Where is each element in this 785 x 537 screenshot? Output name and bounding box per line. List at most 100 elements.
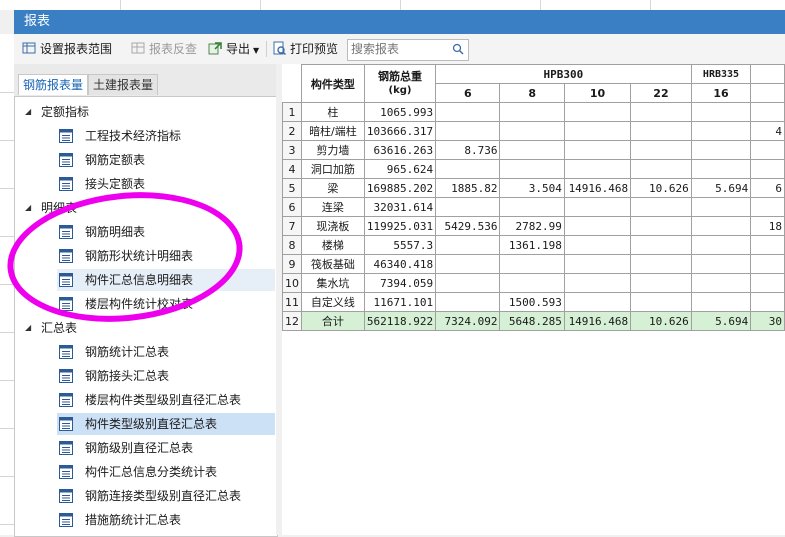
tree-item[interactable]: 措施筋统计汇总表 bbox=[57, 509, 275, 531]
cell-value[interactable]: 10.626 bbox=[630, 311, 692, 331]
table-row[interactable]: 3 剪力墙 63616.263 8.736 bbox=[282, 140, 785, 160]
cell-value[interactable] bbox=[499, 273, 565, 293]
cell-value[interactable] bbox=[499, 254, 565, 274]
cell-value[interactable] bbox=[563, 102, 632, 122]
cell-value[interactable]: 2782.99 bbox=[499, 216, 565, 236]
cell-value[interactable] bbox=[563, 197, 632, 217]
cell-value[interactable] bbox=[563, 254, 632, 274]
table-row[interactable]: 11 自定义线 11671.101 1500.593 bbox=[282, 292, 785, 312]
cell-value[interactable] bbox=[690, 273, 752, 293]
tree-group[interactable]: ◢ 明细表 bbox=[25, 197, 265, 219]
cell-type[interactable]: 洞口加筋 bbox=[301, 159, 365, 179]
cell-value[interactable] bbox=[563, 121, 632, 141]
cell-value[interactable]: 1500.593 bbox=[499, 292, 565, 312]
cell-value[interactable] bbox=[563, 292, 632, 312]
set-report-range-button[interactable]: 设置报表范围 bbox=[22, 40, 112, 58]
table-row[interactable]: 10 集水坑 7394.059 bbox=[282, 273, 785, 293]
tree-item[interactable]: 接头定额表 bbox=[57, 173, 275, 195]
cell-value[interactable] bbox=[750, 140, 785, 160]
cell-total[interactable]: 562118.922 bbox=[363, 311, 437, 331]
cell-value[interactable]: 6 bbox=[750, 178, 785, 198]
cell-total[interactable]: 7394.059 bbox=[363, 273, 437, 293]
cell-total[interactable]: 119925.031 bbox=[363, 216, 437, 236]
table-row[interactable]: 5 梁 169885.202 1885.82 3.504 14916.468 10.626 5… bbox=[282, 178, 785, 198]
table-row[interactable]: 1 柱 1065.993 bbox=[282, 102, 785, 122]
cell-value[interactable]: 14916.468 bbox=[563, 311, 632, 331]
cell-total[interactable]: 1065.993 bbox=[363, 102, 437, 122]
cell-total[interactable]: 103666.317 bbox=[363, 121, 437, 141]
cell-value[interactable]: 5.694 bbox=[690, 178, 752, 198]
cell-value[interactable] bbox=[499, 140, 565, 160]
tree-item[interactable]: 构件汇总信息分类统计表 bbox=[57, 461, 275, 483]
tree-item[interactable]: 构件类型级别直径汇总表 bbox=[57, 413, 275, 435]
tab-rebar-report[interactable]: 钢筋报表量 bbox=[18, 74, 89, 95]
report-search-box[interactable] bbox=[347, 39, 469, 61]
cell-value[interactable] bbox=[435, 102, 501, 122]
cell-value[interactable]: 14916.468 bbox=[563, 178, 632, 198]
cell-type[interactable]: 柱 bbox=[301, 102, 365, 122]
cell-value[interactable] bbox=[750, 273, 785, 293]
tree-item[interactable]: 楼层构件统计校对表 bbox=[57, 293, 275, 315]
cell-value[interactable]: 30 bbox=[750, 311, 785, 331]
cell-value[interactable] bbox=[499, 197, 565, 217]
cell-total[interactable]: 169885.202 bbox=[363, 178, 437, 198]
cell-value[interactable] bbox=[435, 159, 501, 179]
cell-value[interactable] bbox=[435, 121, 501, 141]
cell-total[interactable]: 32031.614 bbox=[363, 197, 437, 217]
tree-item[interactable]: 工程技术经济指标 bbox=[57, 125, 275, 147]
cell-value[interactable] bbox=[499, 121, 565, 141]
tree-item[interactable]: 钢筋统计汇总表 bbox=[57, 341, 275, 363]
cell-value[interactable] bbox=[750, 254, 785, 274]
collapse-arrow-icon[interactable]: ◢ bbox=[25, 317, 35, 339]
cell-value[interactable] bbox=[435, 273, 501, 293]
table-row[interactable]: 4 洞口加筋 965.624 bbox=[282, 159, 785, 179]
cell-value[interactable] bbox=[750, 102, 785, 122]
table-row[interactable]: 2 暗柱/端柱 103666.317 4 bbox=[282, 121, 785, 141]
cell-value[interactable]: 10.626 bbox=[630, 178, 692, 198]
print-preview-button[interactable]: 打印预览 bbox=[272, 40, 338, 58]
cell-total[interactable]: 46340.418 bbox=[363, 254, 437, 274]
cell-type[interactable]: 暗柱/端柱 bbox=[301, 121, 365, 141]
export-dropdown-button[interactable]: 导出 ▼ bbox=[208, 40, 259, 58]
cell-value[interactable] bbox=[630, 254, 692, 274]
cell-value[interactable]: 1885.82 bbox=[435, 178, 501, 198]
table-row[interactable]: 7 现浇板 119925.031 5429.536 2782.99 18 bbox=[282, 216, 785, 236]
cell-value[interactable] bbox=[563, 159, 632, 179]
cell-total[interactable]: 11671.101 bbox=[363, 292, 437, 312]
cell-type[interactable]: 集水坑 bbox=[301, 273, 365, 293]
cell-value[interactable] bbox=[630, 159, 692, 179]
cell-value[interactable] bbox=[435, 235, 501, 255]
cell-value[interactable] bbox=[750, 197, 785, 217]
cell-value[interactable]: 4 bbox=[750, 121, 785, 141]
cell-value[interactable]: 1361.198 bbox=[499, 235, 565, 255]
cell-value[interactable] bbox=[750, 159, 785, 179]
cell-value[interactable] bbox=[690, 102, 752, 122]
cell-value[interactable] bbox=[630, 140, 692, 160]
cell-value[interactable] bbox=[750, 292, 785, 312]
tree-item[interactable]: 钢筋级别直径汇总表 bbox=[57, 437, 275, 459]
tree-group[interactable]: ◢ 定额指标 bbox=[25, 101, 265, 123]
cell-value[interactable] bbox=[690, 159, 752, 179]
cell-type[interactable]: 梁 bbox=[301, 178, 365, 198]
table-row[interactable]: 9 筏板基础 46340.418 bbox=[282, 254, 785, 274]
table-row[interactable]: 12 合计 562118.922 7324.092 5648.285 14916.468 1… bbox=[282, 311, 785, 331]
cell-value[interactable] bbox=[690, 121, 752, 141]
cell-value[interactable]: 5648.285 bbox=[499, 311, 565, 331]
cell-value[interactable] bbox=[435, 254, 501, 274]
cell-type[interactable]: 自定义线 bbox=[301, 292, 365, 312]
collapse-arrow-icon[interactable]: ◢ bbox=[25, 197, 35, 219]
cell-value[interactable] bbox=[630, 197, 692, 217]
table-row[interactable]: 8 楼梯 5557.3 1361.198 bbox=[282, 235, 785, 255]
tree-item[interactable]: 钢筋连接类型级别直径汇总表 bbox=[57, 485, 275, 507]
cell-value[interactable] bbox=[750, 235, 785, 255]
cell-value[interactable] bbox=[630, 216, 692, 236]
cell-value[interactable]: 8.736 bbox=[435, 140, 501, 160]
cell-type[interactable]: 楼梯 bbox=[301, 235, 365, 255]
cell-value[interactable] bbox=[630, 235, 692, 255]
cell-value[interactable] bbox=[630, 292, 692, 312]
cell-value[interactable] bbox=[690, 254, 752, 274]
cell-value[interactable]: 7324.092 bbox=[435, 311, 501, 331]
search-icon[interactable] bbox=[452, 43, 464, 55]
cell-type[interactable]: 筏板基础 bbox=[301, 254, 365, 274]
cell-value[interactable]: 3.504 bbox=[499, 178, 565, 198]
